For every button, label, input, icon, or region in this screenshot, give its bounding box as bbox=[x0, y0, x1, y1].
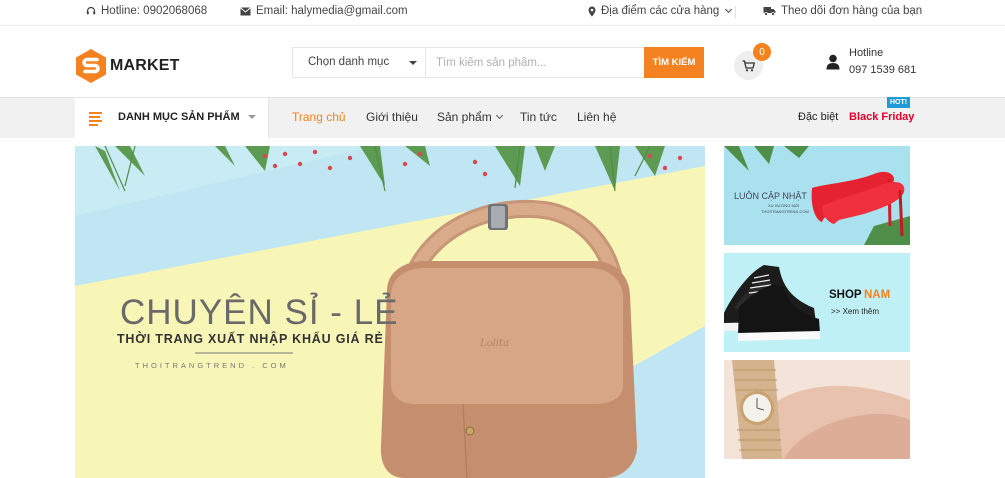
logo-text: MARKET bbox=[110, 57, 180, 74]
hamburger-icon bbox=[89, 112, 103, 128]
side-banner-heels-art: LUÔN CẬP NHẬT XU HƯỚNG MỚI THOITRANGTREN… bbox=[724, 146, 910, 245]
cart-count-badge: 0 bbox=[753, 43, 771, 61]
truck-icon bbox=[763, 6, 776, 16]
order-tracking-link[interactable]: Theo dõi đơn hàng của bạn bbox=[763, 5, 922, 17]
page: Hotline: 0902068068 Email: halymedia@gma… bbox=[0, 0, 1005, 478]
hotline-link[interactable]: Hotline: 0902068068 bbox=[86, 5, 207, 17]
main-nav: DANH MỤC SẢN PHẨM Trang chủ Giới thiệu S… bbox=[0, 97, 1005, 138]
side-banner-watch-art bbox=[724, 360, 910, 459]
side1-small1: XU HƯỚNG MỚI bbox=[768, 203, 799, 208]
search-input[interactable] bbox=[426, 48, 644, 77]
cart-icon bbox=[742, 59, 755, 71]
side2-title-a: SHOP bbox=[829, 289, 862, 301]
caret-down-icon bbox=[248, 115, 256, 119]
headset-icon bbox=[86, 6, 96, 16]
side-banner-men[interactable]: SHOP NAM >> Xem thêm bbox=[724, 253, 910, 352]
main-banner[interactable]: Lolita CHUYÊN SỈ - LẺ THỜI TRANG XUẤT NH… bbox=[75, 146, 705, 478]
nav-link-products[interactable]: Sản phẩm bbox=[437, 110, 503, 124]
hotline-label: Hotline bbox=[849, 47, 884, 59]
side2-link: >> Xem thêm bbox=[831, 307, 879, 316]
top-bar: Hotline: 0902068068 Email: halymedia@gma… bbox=[0, 0, 1005, 26]
header-hotline[interactable]: Hotline 097 1539 681 bbox=[826, 47, 916, 76]
category-select-value: Chọn danh mục bbox=[308, 56, 390, 68]
main-banner-art: Lolita CHUYÊN SỈ - LẺ THỜI TRANG XUẤT NH… bbox=[75, 146, 705, 478]
stores-link[interactable]: Địa điểm các cửa hàng bbox=[588, 5, 733, 17]
category-menu-label: DANH MỤC SẢN PHẨM bbox=[118, 111, 240, 123]
search-bar: Chọn danh mục TÌM KIẾM bbox=[292, 47, 704, 78]
category-select[interactable]: Chọn danh mục bbox=[293, 48, 426, 77]
hotline-number: 097 1539 681 bbox=[849, 64, 917, 76]
chevron-down-icon bbox=[725, 5, 733, 13]
banner-subline: THỜI TRANG XUẤT NHẬP KHẨU GIÁ RẺ bbox=[117, 331, 384, 346]
envelope-icon bbox=[240, 6, 251, 16]
user-icon bbox=[826, 54, 840, 69]
email-text: Email: halymedia@gmail.com bbox=[256, 5, 408, 17]
side1-title: LUÔN CẬP NHẬT bbox=[734, 191, 807, 201]
side1-small2: THOITRANGTREND.COM bbox=[761, 209, 809, 214]
map-marker-icon bbox=[588, 6, 596, 17]
nav-link-products-label: Sản phẩm bbox=[437, 110, 492, 124]
bag-emboss: Lolita bbox=[479, 338, 509, 349]
hot-badge: HOT! bbox=[887, 97, 911, 108]
search-button[interactable]: TÌM KIẾM bbox=[644, 47, 704, 78]
hotline-text: Hotline: 0902068068 bbox=[101, 5, 208, 17]
caret-down-icon bbox=[409, 61, 417, 65]
side-banner-men-art: SHOP NAM >> Xem thêm bbox=[724, 253, 910, 352]
cart-button[interactable]: 0 bbox=[734, 43, 771, 80]
logo-mark-icon bbox=[76, 49, 106, 83]
side-banner-watch[interactable] bbox=[724, 360, 910, 459]
nav-link-news[interactable]: Tin tức bbox=[520, 110, 557, 124]
special-label: Đặc biệt bbox=[798, 111, 839, 123]
nav-link-contact[interactable]: Liên hệ bbox=[577, 110, 616, 124]
header: MARKET Chọn danh mục TÌM KIẾM 0 Hotline … bbox=[0, 27, 1005, 96]
banner-site: THOITRANGTREND . COM bbox=[135, 361, 289, 370]
email-link[interactable]: Email: halymedia@gmail.com bbox=[240, 5, 408, 17]
side2-title-b: NAM bbox=[864, 289, 890, 301]
side-banner-heels[interactable]: LUÔN CẬP NHẬT XU HƯỚNG MỚI THOITRANGTREN… bbox=[724, 146, 910, 245]
topbar-divider bbox=[735, 6, 736, 19]
nav-link-about[interactable]: Giới thiệu bbox=[366, 110, 418, 124]
chevron-down-icon bbox=[495, 111, 503, 120]
stores-text: Địa điểm các cửa hàng bbox=[601, 5, 720, 17]
site-logo[interactable]: MARKET bbox=[74, 48, 180, 84]
banner-headline: CHUYÊN SỈ - LẺ bbox=[120, 292, 399, 332]
nav-link-home[interactable]: Trang chủ bbox=[292, 110, 346, 124]
category-menu-toggle[interactable]: DANH MỤC SẢN PHẨM bbox=[75, 98, 269, 138]
order-tracking-text: Theo dõi đơn hàng của bạn bbox=[781, 5, 923, 17]
black-friday-link[interactable]: Black Friday bbox=[849, 111, 914, 123]
